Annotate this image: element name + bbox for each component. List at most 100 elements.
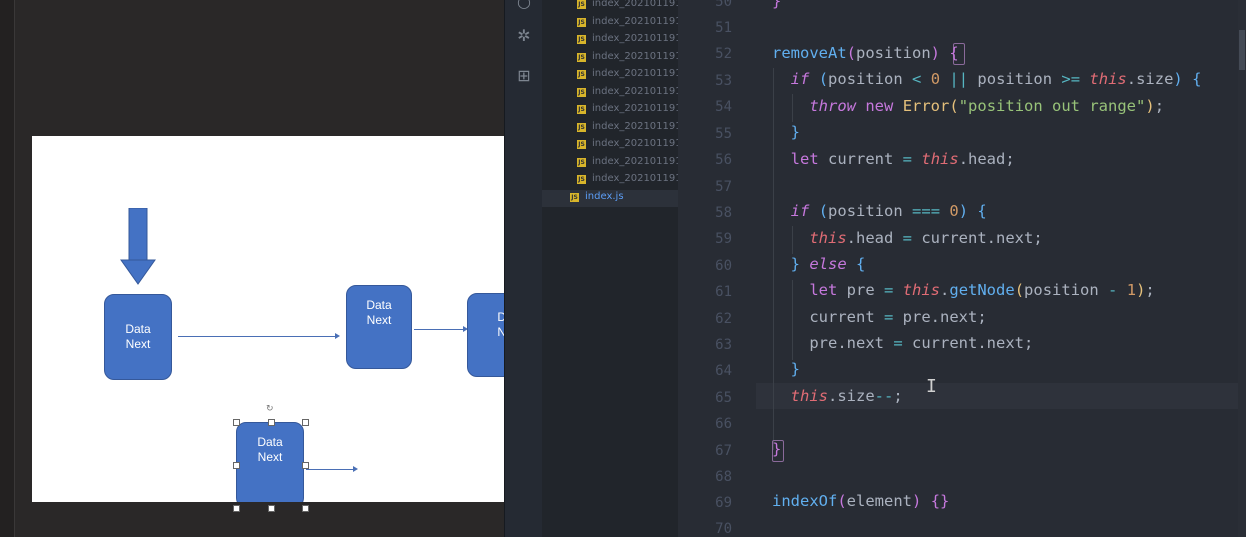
code-line: removeAt(position) { [772, 44, 959, 62]
js-file-icon: JS [577, 140, 586, 149]
file-name: index_202101191... [592, 156, 692, 167]
file-name: index_202101191... [592, 138, 692, 149]
node-label-data: Data [125, 322, 151, 336]
js-file-icon: JS [577, 88, 586, 97]
resize-handle[interactable] [302, 505, 309, 512]
slide-canvas[interactable]: Data Next Data Next Da Ne Data Next [32, 136, 504, 502]
file-item[interactable]: JS index_202101191... [542, 50, 691, 67]
js-file-icon: JS [577, 175, 586, 184]
resize-handle[interactable] [268, 505, 275, 512]
line-number: 67 [715, 443, 732, 459]
down-arrow-shape[interactable] [120, 208, 156, 286]
file-name: index_202101191... [592, 173, 692, 184]
resize-handle[interactable] [233, 505, 240, 512]
code-line: current = pre.next; [772, 308, 987, 326]
line-number: 53 [715, 73, 732, 89]
source-control-icon[interactable]: ○ [514, 0, 534, 12]
file-name: index_202101191... [592, 86, 692, 97]
connector-arrow[interactable] [306, 466, 358, 472]
code-line: } [790, 123, 801, 141]
file-item[interactable]: JS index_202101191... [542, 137, 691, 154]
node-label-next: Ne [497, 325, 504, 339]
line-number: 70 [715, 521, 732, 537]
resize-handle[interactable] [302, 419, 309, 426]
node-box[interactable]: Data Next [346, 285, 412, 369]
line-number: 59 [715, 231, 732, 247]
file-explorer: JS index_202101191... JS index_202101191..… [542, 0, 691, 537]
code-line: if (position === 0) { [790, 202, 987, 220]
node-label-data: Data [366, 298, 392, 312]
file-name: index_202101191... [592, 121, 692, 132]
code-editor[interactable]: 50 51 52 53 54 55 56 57 58 59 60 61 62 6… [678, 0, 1246, 537]
debug-icon[interactable]: ✲ [514, 26, 534, 46]
code-line: this.head = current.next; [809, 229, 1043, 247]
node-label-data: Data [257, 435, 283, 449]
resize-handle[interactable] [233, 462, 240, 469]
file-item[interactable]: JS index_202101191... [542, 85, 691, 102]
editor-scrollbar[interactable] [1238, 0, 1246, 537]
line-number: 69 [715, 495, 732, 511]
presentation-window: Data Next Data Next Da Ne Data Next ↻ [0, 0, 504, 537]
node-box[interactable]: Da Ne [467, 293, 504, 377]
file-item[interactable]: JS index_202101191... [542, 120, 691, 137]
line-number: 50 [715, 0, 732, 10]
file-name: index.js [585, 191, 624, 202]
resize-handle[interactable] [233, 419, 240, 426]
file-item[interactable]: JS index_202101191... [542, 15, 691, 32]
code-line: } [790, 360, 801, 378]
file-name: index_202101191... [592, 16, 692, 27]
resize-handle[interactable] [268, 419, 275, 426]
code-line: } else { [790, 255, 866, 273]
file-item[interactable]: JS index_202101191... [542, 67, 691, 84]
line-number: 51 [715, 20, 732, 36]
js-file-icon: JS [577, 105, 586, 114]
file-item[interactable]: JS index_202101191... [542, 102, 691, 119]
js-file-icon: JS [577, 70, 586, 79]
line-number: 62 [715, 311, 732, 327]
js-file-icon: JS [577, 0, 586, 9]
js-file-icon: JS [570, 193, 579, 202]
code-line: } [772, 0, 782, 10]
node-label-data: Da [497, 310, 504, 324]
code-line: this.size--; [790, 387, 903, 405]
line-number: 60 [715, 258, 732, 274]
js-file-icon: JS [577, 35, 586, 44]
file-name: index_202101191... [592, 103, 692, 114]
line-number: 68 [715, 469, 732, 485]
file-name: index_202101191... [592, 51, 692, 62]
file-item[interactable]: JS index_202101191... [542, 0, 691, 14]
scrollbar-thumb[interactable] [1239, 30, 1245, 70]
line-number: 65 [715, 390, 732, 406]
line-number: 64 [715, 363, 732, 379]
line-number: 61 [715, 284, 732, 300]
slide-thumbnail-strip[interactable] [0, 0, 15, 537]
connector-arrow[interactable] [178, 333, 340, 339]
code-line: indexOf(element) {} [772, 492, 950, 510]
file-name: index_202101191... [592, 0, 692, 9]
extensions-icon[interactable]: ⊞ [514, 66, 534, 86]
line-number: 66 [715, 416, 732, 432]
js-file-icon: JS [577, 123, 586, 132]
line-number: 57 [715, 179, 732, 195]
file-item[interactable]: JS index_202101191... [542, 172, 691, 189]
line-number: 56 [715, 152, 732, 168]
text-cursor-icon: I [926, 376, 937, 397]
selected-node-box[interactable]: Data Next [236, 422, 304, 502]
line-number: 55 [715, 126, 732, 142]
line-number: 54 [715, 99, 732, 115]
file-item[interactable]: JS index_202101191... [542, 32, 691, 49]
code-line: let pre = this.getNode(position - 1); [809, 281, 1155, 299]
resize-handle[interactable] [302, 462, 309, 469]
js-file-icon: JS [577, 18, 586, 27]
node-box[interactable]: Data Next [104, 294, 172, 380]
rotate-handle-icon[interactable]: ↻ [266, 404, 274, 414]
node-label-next: Next [125, 337, 151, 351]
file-item[interactable]: JS index_202101191... [542, 155, 691, 172]
node-label-next: Next [366, 313, 392, 327]
line-number: 58 [715, 205, 732, 221]
code-line: pre.next = current.next; [772, 334, 1034, 352]
connector-arrow[interactable] [414, 326, 468, 332]
code-line: if (position < 0 || position >= this.siz… [790, 70, 1202, 88]
file-item-active[interactable]: JS index.js [542, 190, 678, 207]
file-name: index_202101191... [592, 33, 692, 44]
